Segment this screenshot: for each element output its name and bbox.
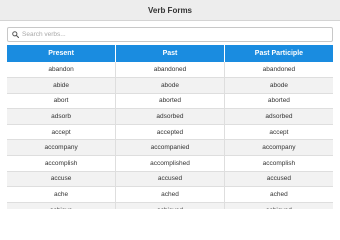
search-input[interactable] (22, 31, 322, 38)
cell-past: abandoned (115, 62, 225, 79)
window-title: Verb Forms (147, 5, 192, 15)
cell-present: accuse (7, 171, 117, 188)
cell-present: accomplish (7, 155, 117, 172)
column-header-present[interactable]: Present (7, 45, 117, 62)
cell-present: accept (7, 124, 117, 141)
table-header-row: Present Past Past Participle (7, 45, 333, 62)
search-area (0, 21, 340, 42)
cell-present: ache (7, 186, 117, 203)
cell-past: ached (115, 186, 225, 203)
cell-past: accomplished (115, 155, 225, 172)
cell-past: accompanied (115, 139, 225, 157)
table-row[interactable]: achieve achieved achieved (7, 202, 333, 209)
table-row[interactable]: accompany accompanied accompany (7, 139, 333, 157)
search-icon (11, 31, 19, 39)
table-row[interactable]: accuse accused accused (7, 171, 333, 188)
search-box[interactable] (7, 27, 333, 42)
cell-present: abide (7, 77, 117, 94)
cell-past-participle: ached (224, 186, 333, 203)
cell-present: abandon (7, 62, 117, 79)
cell-past-participle: accomplish (224, 155, 333, 172)
verb-table: Present Past Past Participle abandon aba… (7, 45, 333, 209)
cell-past-participle: aborted (224, 93, 333, 110)
cell-past: accused (115, 171, 225, 188)
table-row[interactable]: abide abode abode (7, 77, 333, 94)
table-row[interactable]: adsorb adsorbed adsorbed (7, 108, 333, 125)
cell-past: aborted (115, 93, 225, 110)
cell-present: achieve (7, 202, 117, 209)
app-window: Verb Forms Present Past Past Participle (0, 0, 340, 209)
cell-past: abode (115, 77, 225, 94)
table-row[interactable]: accomplish accomplished accomplish (7, 155, 333, 172)
cell-past-participle: accept (224, 124, 333, 141)
cell-past: accepted (115, 124, 225, 141)
cell-present: adsorb (7, 108, 117, 125)
table-row[interactable]: ache ached ached (7, 186, 333, 203)
table-row[interactable]: accept accepted accept (7, 124, 333, 141)
cell-present: accompany (7, 139, 117, 157)
cell-past-participle: abode (224, 77, 333, 94)
title-bar: Verb Forms (0, 0, 340, 21)
column-header-past-participle[interactable]: Past Participle (224, 45, 333, 62)
table-row[interactable]: abort aborted aborted (7, 93, 333, 110)
verb-table-container: Present Past Past Participle abandon aba… (7, 45, 333, 209)
cell-past-participle: achieved (224, 202, 333, 209)
cell-past-participle: adsorbed (224, 108, 333, 125)
cell-past: achieved (115, 202, 225, 209)
table-row[interactable]: abandon abandoned abandoned (7, 62, 333, 79)
cell-past-participle: accused (224, 171, 333, 188)
cell-present: abort (7, 93, 117, 110)
cell-past-participle: abandoned (224, 62, 333, 79)
cell-past: adsorbed (115, 108, 225, 125)
column-header-past[interactable]: Past (115, 45, 225, 62)
cell-past-participle: accompany (224, 139, 333, 157)
